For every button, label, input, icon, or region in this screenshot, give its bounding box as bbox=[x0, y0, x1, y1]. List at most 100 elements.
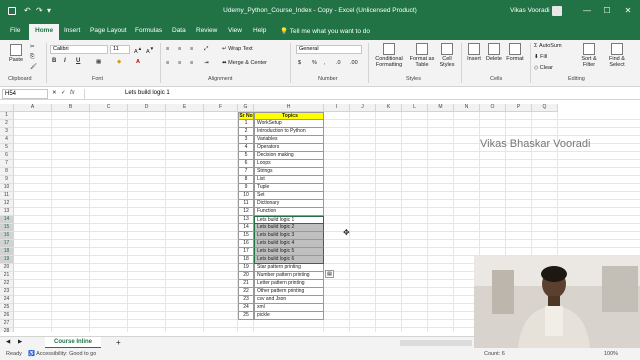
avatar[interactable] bbox=[552, 6, 562, 16]
column-header[interactable]: M bbox=[428, 104, 454, 112]
table-cell-number[interactable]: 6 bbox=[238, 160, 254, 168]
formula-input[interactable]: Lets build logic 1 bbox=[84, 89, 640, 99]
row-header[interactable]: 20 bbox=[0, 264, 14, 272]
font-size-combo[interactable]: 11 bbox=[110, 45, 130, 54]
column-header[interactable]: A bbox=[14, 104, 52, 112]
next-sheet-icon[interactable]: ▶ bbox=[18, 339, 22, 345]
column-header[interactable]: L bbox=[402, 104, 428, 112]
table-cell-topic[interactable]: Lets build logic 1 bbox=[254, 216, 324, 224]
row-header[interactable]: 6 bbox=[0, 152, 14, 160]
column-header[interactable]: H bbox=[254, 104, 324, 112]
table-cell-number[interactable]: 13 bbox=[238, 216, 254, 224]
decrease-decimal-icon[interactable]: .00 bbox=[350, 60, 358, 66]
table-cell-topic[interactable]: Operators bbox=[254, 144, 324, 152]
table-cell-number[interactable]: 19 bbox=[238, 264, 254, 272]
column-header[interactable]: J bbox=[350, 104, 376, 112]
table-cell-number[interactable]: 14 bbox=[238, 224, 254, 232]
row-header[interactable]: 13 bbox=[0, 208, 14, 216]
borders-icon[interactable]: ▦ bbox=[96, 59, 101, 65]
align-middle-icon[interactable]: ≡ bbox=[178, 46, 181, 52]
column-header[interactable]: Q bbox=[532, 104, 558, 112]
column-header[interactable]: B bbox=[52, 104, 90, 112]
row-header[interactable]: 9 bbox=[0, 176, 14, 184]
maximize-button[interactable]: ☐ bbox=[600, 4, 614, 18]
row-header[interactable]: 10 bbox=[0, 184, 14, 192]
horizontal-scrollbar[interactable] bbox=[400, 340, 472, 346]
column-header[interactable]: I bbox=[324, 104, 350, 112]
table-cell-number[interactable]: 8 bbox=[238, 176, 254, 184]
format-cells-button[interactable]: Format bbox=[505, 43, 525, 62]
cell-styles-button[interactable]: Cell Styles bbox=[438, 43, 456, 68]
close-button[interactable]: ✕ bbox=[621, 4, 635, 18]
copy-icon[interactable]: ⎘ bbox=[30, 54, 34, 61]
number-format-combo[interactable]: General bbox=[296, 45, 362, 54]
insert-function-icon[interactable]: fx bbox=[70, 90, 75, 96]
zoom-level[interactable]: 100% bbox=[604, 348, 618, 360]
row-header[interactable]: 3 bbox=[0, 128, 14, 136]
column-header[interactable]: C bbox=[90, 104, 128, 112]
table-cell-topic[interactable]: Star pattern printing bbox=[254, 264, 324, 272]
row-header[interactable]: 7 bbox=[0, 160, 14, 168]
table-cell-topic[interactable]: csv and Json bbox=[254, 296, 324, 304]
conditional-formatting-button[interactable]: Conditional Formatting bbox=[372, 43, 406, 68]
select-all-corner[interactable] bbox=[0, 104, 14, 112]
user-name[interactable]: Vikas Vooradi bbox=[510, 7, 550, 14]
table-cell-number[interactable]: 16 bbox=[238, 240, 254, 248]
table-cell-topic[interactable]: xml bbox=[254, 304, 324, 312]
italic-button[interactable]: I bbox=[64, 58, 66, 64]
table-cell-number[interactable]: 4 bbox=[238, 144, 254, 152]
sort-filter-button[interactable]: Sort & Filter bbox=[576, 43, 602, 68]
table-cell-number[interactable]: 11 bbox=[238, 200, 254, 208]
paste-button[interactable]: Paste bbox=[6, 44, 26, 63]
header-cell-sr-no[interactable]: Sr No bbox=[238, 112, 254, 120]
format-as-table-button[interactable]: Format as Table bbox=[408, 43, 436, 68]
row-header[interactable]: 12 bbox=[0, 200, 14, 208]
tab-file[interactable]: File bbox=[10, 27, 20, 34]
cancel-icon[interactable]: ✕ bbox=[52, 90, 57, 96]
fill-button[interactable]: ⬇ Fill bbox=[534, 54, 547, 60]
align-bottom-icon[interactable]: ≡ bbox=[190, 46, 193, 52]
bold-button[interactable]: B bbox=[52, 58, 56, 64]
table-cell-number[interactable]: 18 bbox=[238, 256, 254, 264]
table-cell-topic[interactable]: Dictionary bbox=[254, 200, 324, 208]
row-header[interactable]: 18 bbox=[0, 248, 14, 256]
font-name-combo[interactable]: Calibri bbox=[50, 45, 108, 54]
minimize-button[interactable]: — bbox=[580, 4, 594, 18]
row-header[interactable]: 26 bbox=[0, 312, 14, 320]
row-header[interactable]: 5 bbox=[0, 144, 14, 152]
table-cell-number[interactable]: 7 bbox=[238, 168, 254, 176]
enter-icon[interactable]: ✓ bbox=[61, 90, 66, 96]
tab-formulas[interactable]: Formulas bbox=[135, 27, 162, 34]
column-header[interactable]: N bbox=[454, 104, 480, 112]
fill-color-icon[interactable]: ◆ bbox=[117, 59, 121, 65]
table-cell-topic[interactable]: Function bbox=[254, 208, 324, 216]
table-cell-number[interactable]: 21 bbox=[238, 280, 254, 288]
table-cell-number[interactable]: 24 bbox=[238, 304, 254, 312]
prev-sheet-icon[interactable]: ◀ bbox=[6, 339, 10, 345]
add-sheet-button[interactable]: + bbox=[116, 339, 121, 347]
tab-view[interactable]: View bbox=[228, 27, 242, 34]
underline-button[interactable]: U bbox=[76, 58, 80, 64]
tell-me-search[interactable]: 💡 Tell me what you want to do bbox=[280, 27, 370, 35]
table-cell-topic[interactable]: Lets build logic 6 bbox=[254, 256, 324, 264]
merge-center-button[interactable]: ⬌ Merge & Center bbox=[222, 60, 267, 66]
table-cell-topic[interactable]: Lets build logic 5 bbox=[254, 248, 324, 256]
tab-review[interactable]: Review bbox=[196, 27, 217, 34]
table-cell-number[interactable]: 1 bbox=[238, 120, 254, 128]
table-cell-topic[interactable]: Variables bbox=[254, 136, 324, 144]
percent-icon[interactable]: % bbox=[312, 60, 317, 66]
font-color-icon[interactable]: A bbox=[136, 59, 140, 65]
increase-decimal-icon[interactable]: .0 bbox=[336, 60, 341, 66]
indent-icon[interactable]: ⇥ bbox=[204, 60, 209, 66]
table-cell-number[interactable]: 2 bbox=[238, 128, 254, 136]
align-left-icon[interactable]: ≡ bbox=[166, 60, 169, 66]
paste-options-icon[interactable]: ▤ bbox=[325, 270, 334, 278]
row-header[interactable]: 17 bbox=[0, 240, 14, 248]
table-cell-topic[interactable]: Lets build logic 4 bbox=[254, 240, 324, 248]
table-cell-number[interactable]: 22 bbox=[238, 288, 254, 296]
column-header[interactable]: P bbox=[506, 104, 532, 112]
header-cell-topics[interactable]: Topics bbox=[254, 112, 324, 120]
table-cell-number[interactable]: 15 bbox=[238, 232, 254, 240]
table-cell-number[interactable]: 5 bbox=[238, 152, 254, 160]
column-header[interactable]: E bbox=[166, 104, 204, 112]
